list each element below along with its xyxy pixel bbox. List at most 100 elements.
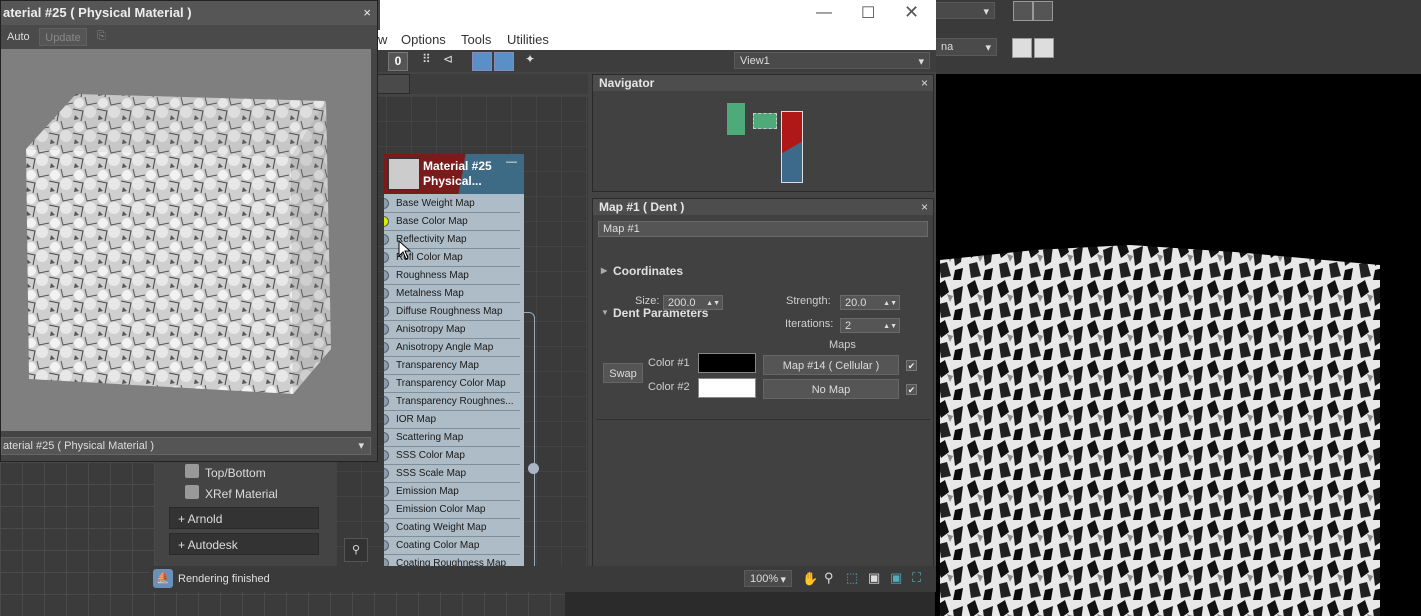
list-item[interactable]: XRef Material xyxy=(205,487,278,501)
render-production-icon[interactable] xyxy=(1034,38,1054,58)
render-window-icon[interactable] xyxy=(1012,38,1032,58)
zoom-region-icon[interactable]: ⬚ xyxy=(846,570,858,586)
color2-map-button[interactable]: No Map xyxy=(763,379,899,399)
minimize-icon[interactable]: — xyxy=(816,4,832,22)
select-tool-button[interactable]: 0 xyxy=(388,52,408,71)
swap-button[interactable]: Swap xyxy=(603,363,643,383)
node-slot[interactable]: Roughness Map xyxy=(384,267,520,285)
node-slot[interactable]: Transparency Color Map xyxy=(384,375,520,393)
input-socket[interactable] xyxy=(384,450,389,461)
node-slot[interactable]: Diffuse Roughness Map xyxy=(384,303,520,321)
node-slot[interactable]: Emission Color Map xyxy=(384,501,520,519)
input-socket[interactable] xyxy=(384,306,389,317)
input-socket[interactable] xyxy=(384,468,389,479)
update-button[interactable]: Update xyxy=(39,28,87,46)
node-slot[interactable]: Transparency Roughnes... xyxy=(384,393,520,411)
input-socket[interactable] xyxy=(384,360,389,371)
node-slot[interactable]: Emission Map xyxy=(384,483,520,501)
material-sphere-icon xyxy=(185,485,199,499)
zoom-extents-icon[interactable]: ▣ xyxy=(868,570,880,586)
material-thumbnail xyxy=(388,158,420,190)
input-socket[interactable] xyxy=(384,540,389,551)
frame-icon[interactable]: ⛶ xyxy=(912,570,921,586)
options-icon[interactable]: ⎘ xyxy=(97,30,106,43)
zoom-icon[interactable]: ⚲ xyxy=(824,570,834,586)
color1-map-button[interactable]: Map #14 ( Cellular ) xyxy=(763,355,899,375)
rollout-coordinates[interactable]: ▶ Coordinates xyxy=(593,261,943,281)
node-slot[interactable]: Coating Color Map xyxy=(384,537,520,555)
close-icon[interactable]: × xyxy=(363,1,371,25)
group-arnold[interactable]: + Arnold xyxy=(169,507,319,529)
color2-map-checkbox[interactable]: ✔ xyxy=(906,384,917,395)
pan-icon[interactable]: ✋ xyxy=(802,571,818,587)
render-setup-icon[interactable] xyxy=(1013,1,1033,21)
input-socket[interactable] xyxy=(384,396,389,407)
color1-map-checkbox[interactable]: ✔ xyxy=(906,360,917,371)
input-socket[interactable] xyxy=(384,324,389,335)
close-icon[interactable]: × xyxy=(921,75,928,91)
input-socket[interactable] xyxy=(384,378,389,389)
node-slot[interactable]: Anisotropy Map xyxy=(384,321,520,339)
iterations-spinner[interactable]: 2 ▲▼ xyxy=(840,318,900,333)
close-icon[interactable]: × xyxy=(921,199,928,215)
expand-icon: ▶ xyxy=(601,266,608,275)
menu-tools[interactable]: Tools xyxy=(461,32,491,47)
node-slot[interactable]: Scattering Map xyxy=(384,429,520,447)
zoom-extents-selected-icon[interactable]: ▣ xyxy=(890,570,902,586)
layout-children-icon[interactable]: ⊲ xyxy=(443,52,459,69)
collapse-icon[interactable]: — xyxy=(506,156,517,168)
node-slot[interactable]: Transparency Map xyxy=(384,357,520,375)
node-slot[interactable]: Coating Weight Map xyxy=(384,519,520,537)
close-icon[interactable]: ✕ xyxy=(904,2,919,23)
input-socket[interactable] xyxy=(384,198,389,209)
binoculars-icon[interactable]: ⚲ xyxy=(344,538,368,562)
node-slot[interactable]: Base Weight Map xyxy=(384,195,520,213)
input-socket[interactable] xyxy=(384,432,389,443)
nav-viewport-rect[interactable] xyxy=(781,111,803,183)
toolbar-dropdown-top[interactable]: ▾ xyxy=(935,2,995,19)
node-slot-label: Anisotropy Map xyxy=(396,324,466,335)
node-slot[interactable]: IOR Map xyxy=(384,411,520,429)
map-name-field[interactable]: Map #1 xyxy=(598,221,928,237)
layout-icon[interactable]: ⠿ xyxy=(422,52,438,69)
material-node-header[interactable]: Material #25 Physical... — xyxy=(384,154,524,194)
menu-utilities[interactable]: Utilities xyxy=(507,32,549,47)
renderer-dropdown[interactable]: na ▾ xyxy=(935,38,997,56)
output-socket[interactable] xyxy=(528,463,539,474)
maximize-icon[interactable]: ☐ xyxy=(861,3,875,23)
view-dropdown[interactable]: View1 ▾ xyxy=(734,52,930,69)
render-frame-icon[interactable] xyxy=(1033,1,1053,21)
node-slot[interactable]: Base Color Map xyxy=(384,213,520,231)
input-socket[interactable] xyxy=(384,486,389,497)
material-map-navigator-icon[interactable]: ✦ xyxy=(525,52,541,69)
input-socket[interactable] xyxy=(384,342,389,353)
zoom-dropdown[interactable]: 100% ▾ xyxy=(744,570,792,587)
strength-spinner[interactable]: 20.0 ▲▼ xyxy=(840,295,900,310)
material-dropdown[interactable]: aterial #25 ( Physical Material ) ▾ xyxy=(1,437,371,455)
input-socket[interactable] xyxy=(384,288,389,299)
auto-toggle[interactable]: Auto xyxy=(7,31,30,43)
node-slot-label: Transparency Color Map xyxy=(396,378,506,389)
size-spinner[interactable]: 200.0 ▲▼ xyxy=(663,295,723,310)
show-background-icon[interactable] xyxy=(494,52,514,71)
list-item[interactable]: Top/Bottom xyxy=(205,466,266,480)
node-slot[interactable]: Anisotropy Angle Map xyxy=(384,339,520,357)
input-socket[interactable] xyxy=(384,414,389,425)
input-socket[interactable] xyxy=(384,252,389,263)
menu-options[interactable]: Options xyxy=(401,32,446,47)
input-socket[interactable] xyxy=(384,270,389,281)
node-slot[interactable]: SSS Scale Map xyxy=(384,465,520,483)
group-autodesk[interactable]: + Autodesk xyxy=(169,533,319,555)
preview-cube xyxy=(26,94,331,394)
input-socket[interactable] xyxy=(384,216,389,227)
menu-view[interactable]: w xyxy=(378,32,387,47)
input-socket[interactable] xyxy=(384,522,389,533)
input-socket[interactable] xyxy=(384,234,389,245)
preview-titlebar[interactable]: aterial #25 ( Physical Material ) × xyxy=(1,1,377,25)
color2-swatch[interactable] xyxy=(698,378,756,398)
color1-swatch[interactable] xyxy=(698,353,756,373)
node-slot[interactable]: Metalness Map xyxy=(384,285,520,303)
show-map-icon[interactable] xyxy=(472,52,492,71)
node-slot[interactable]: SSS Color Map xyxy=(384,447,520,465)
input-socket[interactable] xyxy=(384,504,389,515)
